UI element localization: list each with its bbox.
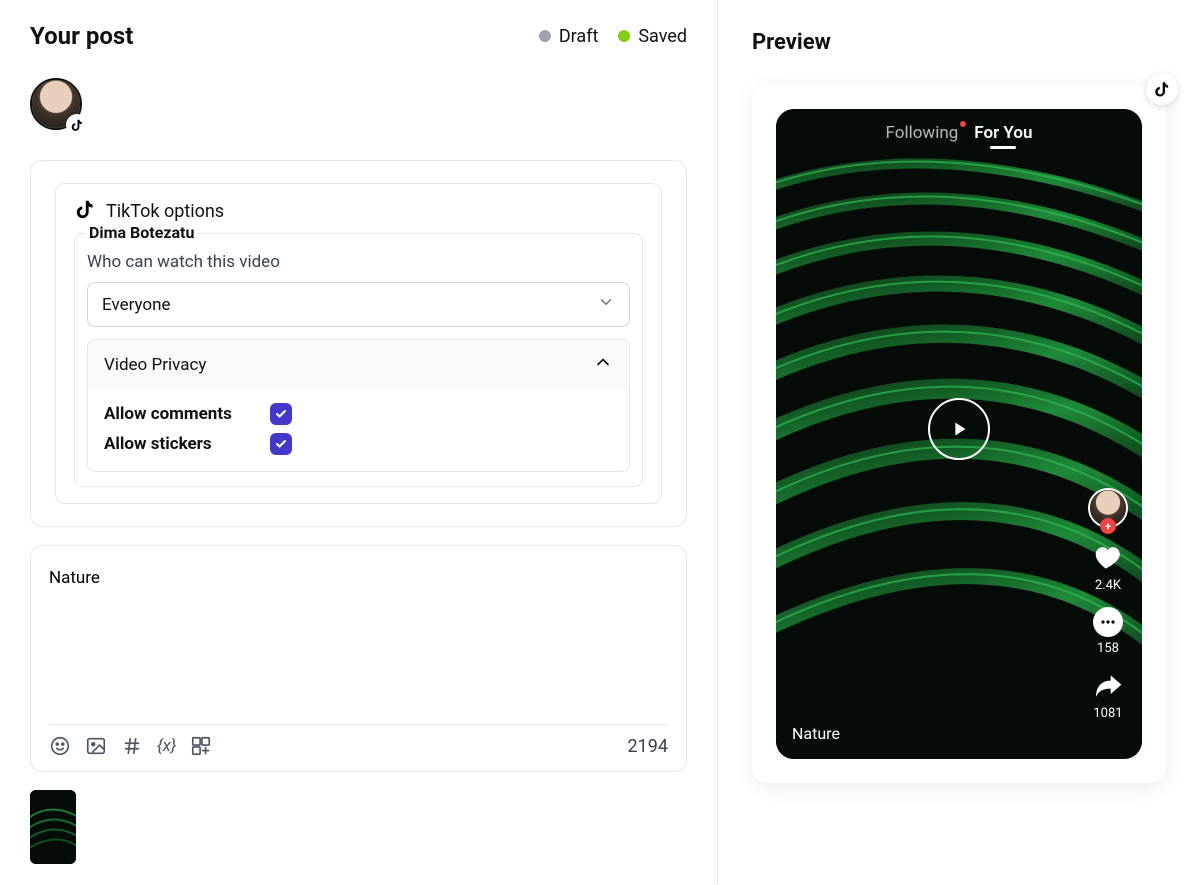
tab-following[interactable]: Following: [886, 123, 959, 143]
comment-icon: [1093, 607, 1123, 637]
video-privacy-label: Video Privacy: [104, 355, 206, 375]
allow-stickers-label: Allow stickers: [104, 434, 234, 454]
caption-input[interactable]: [49, 562, 668, 712]
video-privacy-body: Allow comments Allow stickers: [87, 389, 630, 472]
saved-label: Saved: [638, 26, 687, 47]
media-thumbnail[interactable]: [30, 790, 76, 864]
like-count: 2.4K: [1095, 578, 1121, 593]
hashtag-icon[interactable]: [121, 735, 143, 757]
watch-label: Who can watch this video: [87, 252, 630, 272]
template-icon[interactable]: [190, 735, 212, 757]
like-button[interactable]: 2.4K: [1092, 542, 1124, 593]
comment-count: 158: [1097, 641, 1119, 656]
status-saved: Saved: [618, 26, 687, 47]
phone-preview: Following For You + 2.4K: [776, 109, 1142, 759]
share-count: 1081: [1093, 706, 1122, 721]
tiktok-icon: [66, 114, 88, 136]
emoji-icon[interactable]: [49, 735, 71, 757]
tiktok-icon: [74, 198, 96, 225]
allow-comments-checkbox[interactable]: [270, 403, 292, 425]
tiktok-icon: [1146, 73, 1178, 105]
video-privacy-toggle[interactable]: Video Privacy: [87, 339, 630, 389]
variable-icon[interactable]: {x}: [157, 736, 176, 756]
page-title: Your post: [30, 22, 133, 50]
image-icon[interactable]: [85, 735, 107, 757]
options-section-label: TikTok options: [106, 201, 224, 222]
draft-dot-icon: [539, 30, 551, 42]
chevron-down-icon: [597, 293, 615, 316]
plus-icon: +: [1100, 518, 1116, 534]
tiktok-options-card: TikTok options Dima Botezatu Who can wat…: [30, 160, 687, 527]
draft-label: Draft: [559, 26, 599, 47]
play-button[interactable]: [928, 398, 990, 460]
account-fieldset: Dima Botezatu Who can watch this video E…: [74, 233, 643, 487]
allow-comments-label: Allow comments: [104, 404, 234, 424]
watch-select-value: Everyone: [102, 295, 171, 315]
status-group: Draft Saved: [539, 26, 687, 47]
comment-button[interactable]: 158: [1093, 607, 1123, 656]
allow-stickers-checkbox[interactable]: [270, 433, 292, 455]
account-avatar[interactable]: [30, 78, 82, 130]
chevron-up-icon: [593, 352, 613, 377]
saved-dot-icon: [618, 30, 630, 42]
status-draft: Draft: [539, 26, 599, 47]
watch-select[interactable]: Everyone: [87, 282, 630, 327]
preview-title: Preview: [752, 30, 1166, 55]
preview-card: Following For You + 2.4K: [752, 85, 1166, 783]
account-name: Dima Botezatu: [85, 223, 198, 242]
notification-dot-icon: [960, 121, 966, 127]
composer-card: {x} 2194: [30, 545, 687, 772]
profile-avatar-button[interactable]: +: [1088, 488, 1128, 528]
preview-caption: Nature: [792, 724, 840, 743]
char-count: 2194: [628, 736, 668, 757]
tab-for-you[interactable]: For You: [974, 123, 1032, 143]
share-button[interactable]: 1081: [1092, 670, 1124, 721]
